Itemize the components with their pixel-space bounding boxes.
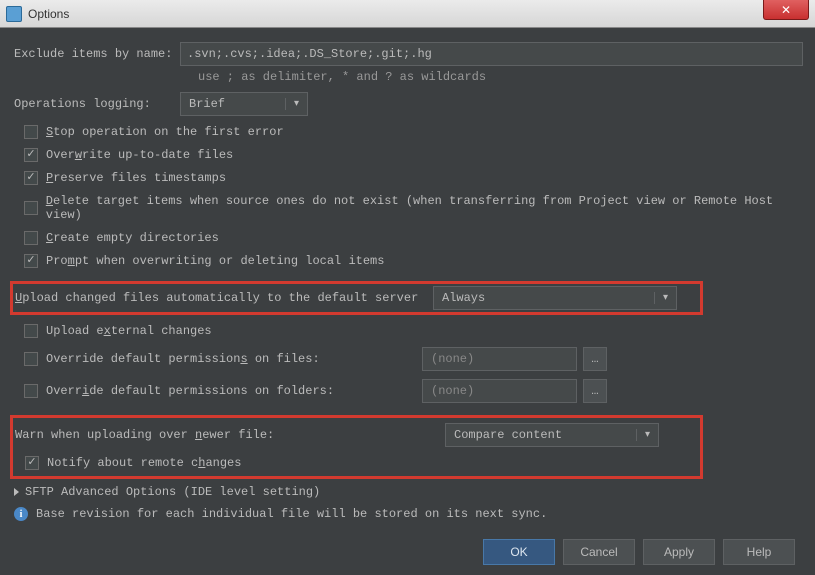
stop-on-error-checkbox[interactable]: Stop operation on the first error	[24, 125, 803, 139]
ok-button[interactable]: OK	[483, 539, 555, 565]
checkbox-icon	[25, 456, 39, 470]
warn-highlight: Warn when uploading over newer file: Com…	[10, 415, 703, 479]
info-text: Base revision for each individual file w…	[36, 507, 547, 521]
button-bar: OK Cancel Apply Help	[14, 533, 803, 565]
delete-target-checkbox[interactable]: Delete target items when source ones do …	[24, 194, 803, 222]
warn-label: Warn when uploading over newer file:	[15, 428, 445, 442]
perm-files-checkbox[interactable]	[24, 352, 38, 366]
stop-on-error-label: Stop operation on the first error	[46, 125, 284, 139]
upload-external-checkbox[interactable]: Upload external changes	[24, 324, 803, 338]
notify-remote-label: Notify about remote changes	[47, 456, 241, 470]
chevron-right-icon	[14, 488, 19, 496]
perm-files-browse-button[interactable]: …	[583, 347, 607, 371]
app-icon	[6, 6, 22, 22]
checkbox-icon	[24, 171, 38, 185]
perm-files-label: Override default permissions on files:	[46, 352, 422, 366]
perm-files-row: Override default permissions on files: (…	[24, 347, 803, 371]
exclude-input[interactable]	[180, 42, 803, 66]
window-title: Options	[28, 7, 69, 21]
create-empty-dirs-checkbox[interactable]: Create empty directories	[24, 231, 803, 245]
checkbox-icon	[24, 201, 38, 215]
auto-upload-label: Upload changed files automatically to th…	[15, 291, 433, 305]
sftp-advanced-expander[interactable]: SFTP Advanced Options (IDE level setting…	[14, 485, 803, 499]
upload-external-label: Upload external changes	[46, 324, 212, 338]
auto-upload-highlight: Upload changed files automatically to th…	[10, 281, 703, 315]
preserve-timestamps-checkbox[interactable]: Preserve files timestamps	[24, 171, 803, 185]
overwrite-checkbox[interactable]: Overwrite up-to-date files	[24, 148, 803, 162]
checkbox-icon	[24, 125, 38, 139]
exclude-hint: use ; as delimiter, * and ? as wildcards	[198, 70, 803, 84]
logging-select[interactable]: Brief ▾	[180, 92, 308, 116]
prompt-overwrite-label: Prompt when overwriting or deleting loca…	[46, 254, 384, 268]
overwrite-label: Overwrite up-to-date files	[46, 148, 233, 162]
help-button[interactable]: Help	[723, 539, 795, 565]
perm-folders-label: Override default permissions on folders:	[46, 384, 422, 398]
perm-folders-browse-button[interactable]: …	[583, 379, 607, 403]
info-icon: i	[14, 507, 28, 521]
perm-folders-value[interactable]: (none)	[422, 379, 577, 403]
close-icon: ✕	[781, 4, 791, 16]
exclude-label: Exclude items by name:	[14, 47, 180, 61]
chevron-down-icon: ▾	[636, 429, 658, 441]
create-empty-dirs-label: Create empty directories	[46, 231, 219, 245]
sftp-advanced-label: SFTP Advanced Options (IDE level setting…	[25, 485, 320, 499]
apply-button[interactable]: Apply	[643, 539, 715, 565]
checkbox-icon	[24, 231, 38, 245]
checkbox-icon	[24, 324, 38, 338]
checkbox-icon	[24, 148, 38, 162]
checkbox-icon	[24, 254, 38, 268]
dialog-content: Exclude items by name: use ; as delimite…	[0, 28, 815, 575]
notify-remote-checkbox[interactable]: Notify about remote changes	[25, 456, 694, 470]
chevron-down-icon: ▾	[654, 292, 676, 304]
prompt-overwrite-checkbox[interactable]: Prompt when overwriting or deleting loca…	[24, 254, 803, 268]
perm-folders-row: Override default permissions on folders:…	[24, 379, 803, 403]
delete-target-label: Delete target items when source ones do …	[46, 194, 803, 222]
preserve-timestamps-label: Preserve files timestamps	[46, 171, 226, 185]
close-button[interactable]: ✕	[763, 0, 809, 20]
warn-select[interactable]: Compare content ▾	[445, 423, 659, 447]
logging-label: Operations logging:	[14, 97, 180, 111]
perm-files-value[interactable]: (none)	[422, 347, 577, 371]
cancel-button[interactable]: Cancel	[563, 539, 635, 565]
warn-value: Compare content	[446, 428, 636, 442]
perm-folders-checkbox[interactable]	[24, 384, 38, 398]
logging-value: Brief	[181, 97, 285, 111]
info-row: i Base revision for each individual file…	[14, 507, 803, 521]
chevron-down-icon: ▾	[285, 98, 307, 110]
titlebar: Options ✕	[0, 0, 815, 28]
auto-upload-value: Always	[434, 291, 654, 305]
auto-upload-select[interactable]: Always ▾	[433, 286, 677, 310]
